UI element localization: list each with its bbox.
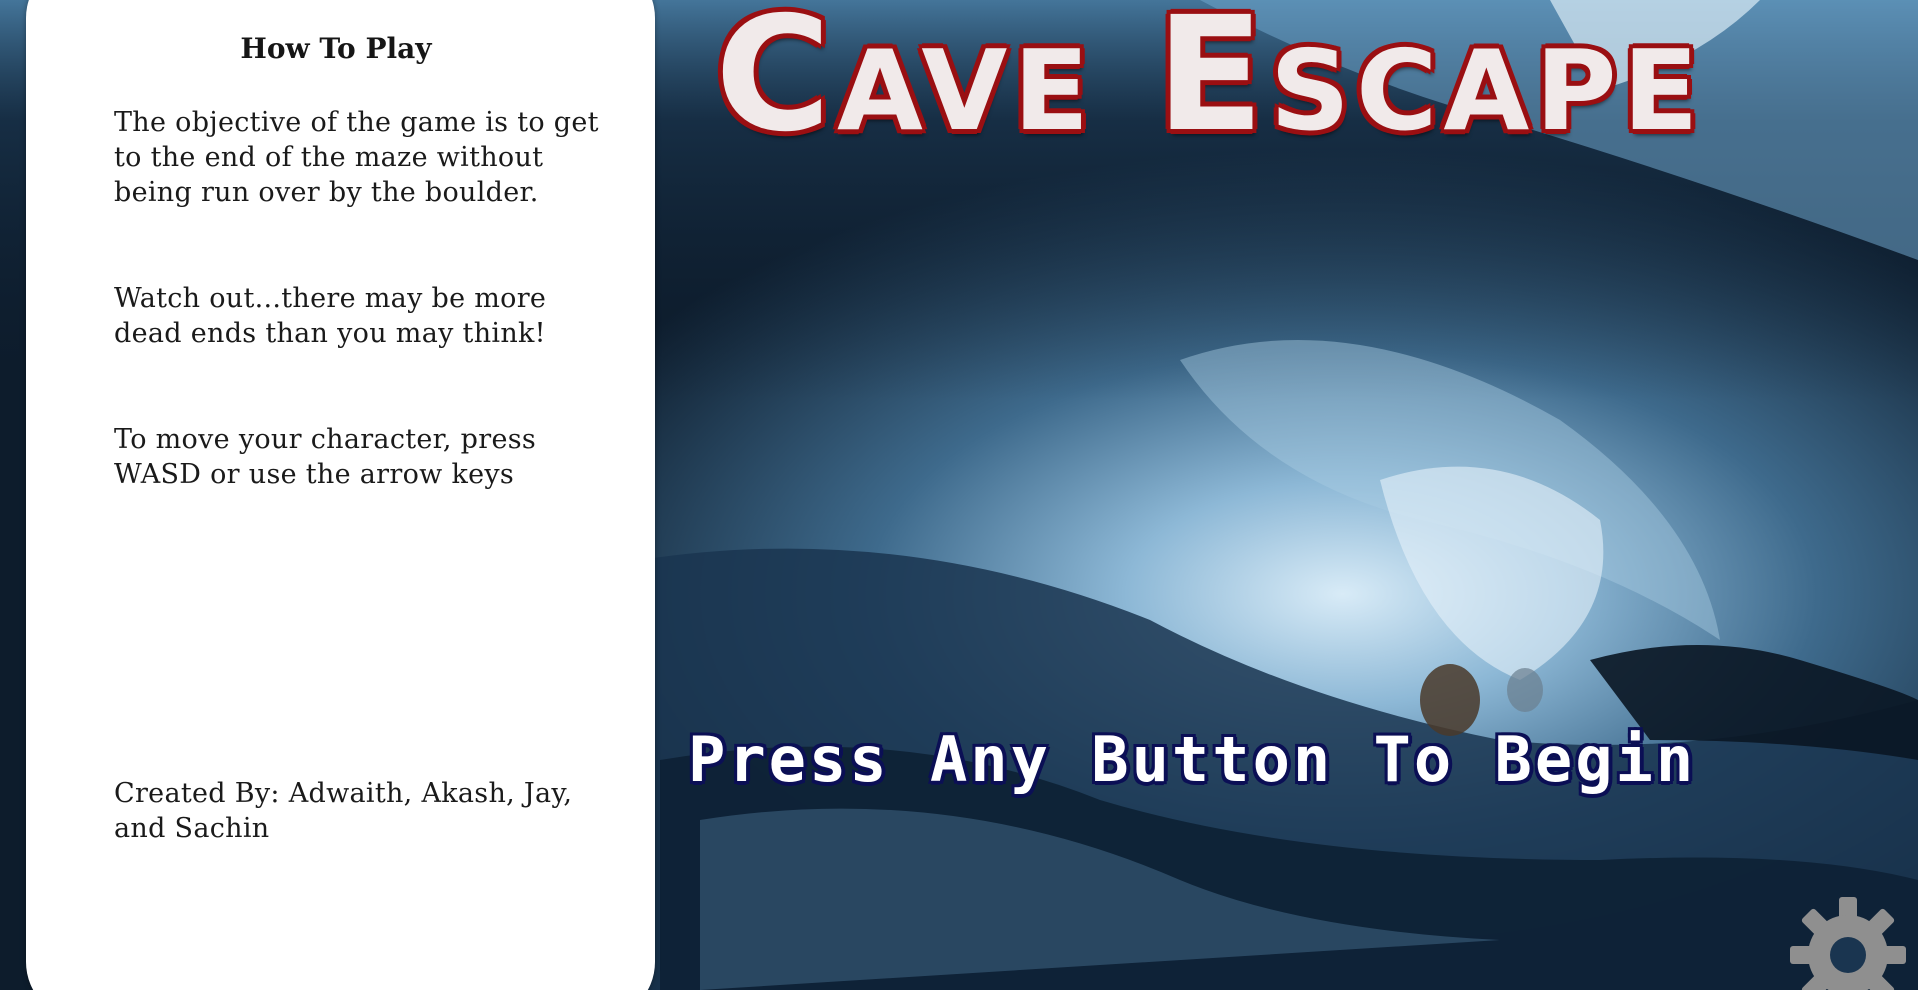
warning-text: Watch out...there may be more dead ends … xyxy=(114,283,547,349)
controls-text: To move your character, press WASD or us… xyxy=(114,424,537,490)
how-to-play-panel: How To Play The objective of the game is… xyxy=(26,0,655,990)
objective-text: The objective of the game is to get to t… xyxy=(114,107,599,208)
game-title: Cave Escape xyxy=(715,0,1705,167)
how-to-play-heading: How To Play xyxy=(240,32,432,65)
credits-text: Created By: Adwaith, Akash, Jay, and Sac… xyxy=(114,778,573,844)
gear-icon[interactable] xyxy=(1788,895,1908,990)
title-screen[interactable]: How To Play The objective of the game is… xyxy=(0,0,1918,990)
start-prompt[interactable]: Press Any Button To Begin xyxy=(688,724,1888,796)
